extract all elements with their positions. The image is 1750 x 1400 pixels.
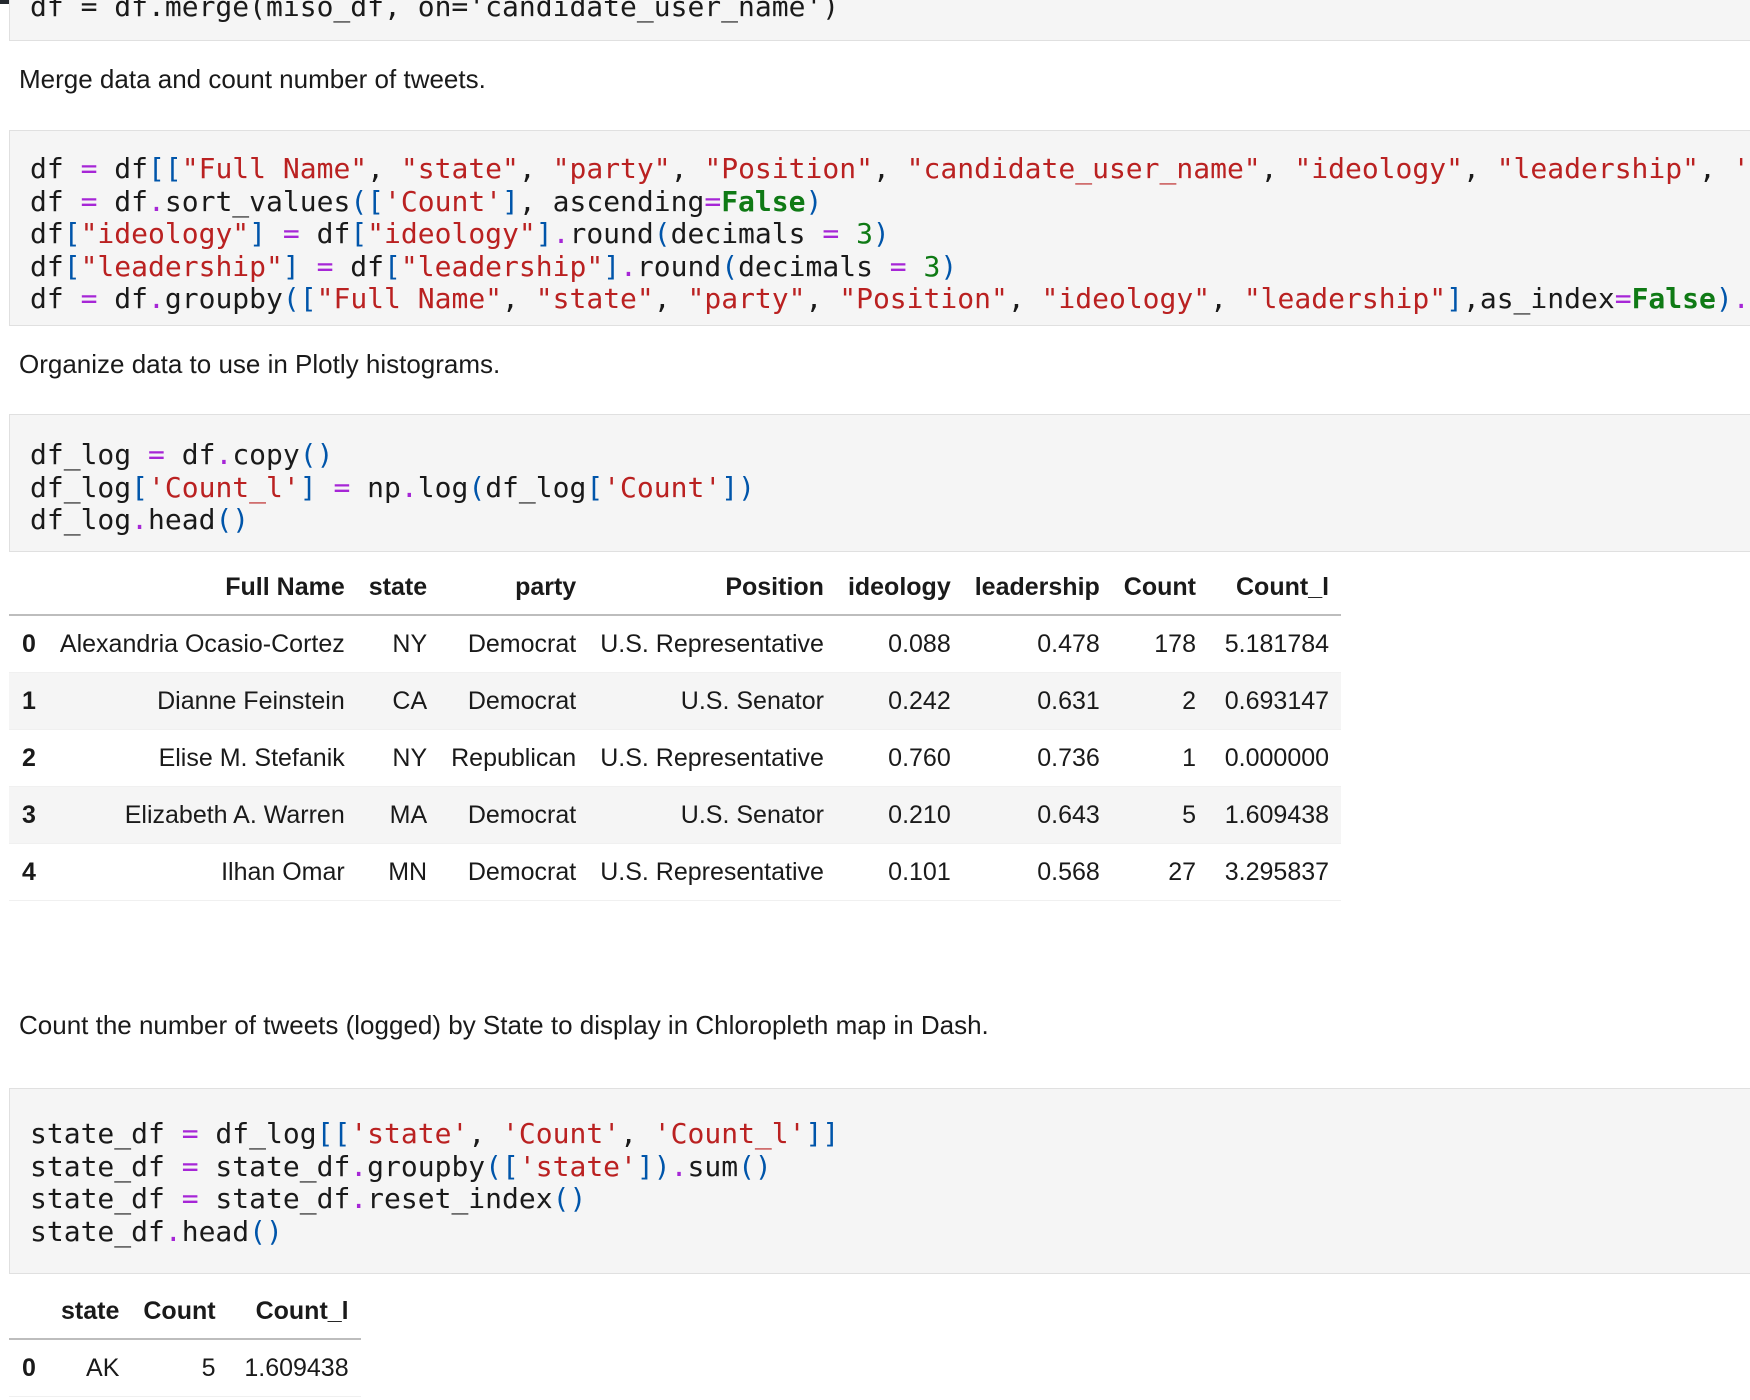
row-index: 4 (22, 857, 36, 886)
code-cell-state[interactable]: state_df = df_log[['state', 'Count', 'Co… (9, 1088, 1750, 1274)
cell-leadership: 0.736 (1037, 743, 1100, 772)
code-cell-merge-source: df = df.merge(miso_df, on='candidate_use… (30, 0, 840, 23)
table-row: 1 Dianne Feinstein CA Democrat U.S. Sena… (9, 672, 1342, 730)
cell-full-name: Elise M. Stefanik (158, 743, 345, 772)
cell-position: U.S. Senator (680, 800, 824, 829)
cell-position: U.S. Representative (600, 857, 824, 886)
code-cell-log-source: df_log = df.copy() df_log['Count_l'] = n… (30, 438, 755, 536)
table-row: 3 Elizabeth A. Warren MA Democrat U.S. S… (9, 786, 1342, 844)
cell-count: 27 (1168, 857, 1196, 886)
row-index: 0 (22, 629, 36, 658)
cell-ideology: 0.210 (888, 800, 951, 829)
cell-state: NY (392, 629, 428, 658)
cell-count-l: 0.693147 (1224, 686, 1330, 715)
cell-party: Democrat (467, 857, 577, 886)
column-header: Full Name (47, 560, 357, 616)
row-index: 0 (22, 1353, 36, 1382)
column-header: Position (588, 560, 836, 616)
table-row: 4 Ilhan Omar MN Democrat U.S. Representa… (9, 844, 1342, 901)
row-index: 1 (22, 686, 36, 715)
cell-state: MN (388, 857, 428, 886)
cell-leadership: 0.478 (1037, 629, 1100, 658)
code-cell-state-source: state_df = df_log[['state', 'Count', 'Co… (30, 1117, 840, 1248)
markdown-merge-description: Merge data and count number of tweets. (19, 64, 486, 94)
column-header: Count_l (227, 1284, 361, 1340)
index-header (9, 560, 48, 616)
cell-state: MA (389, 800, 428, 829)
code-cell-merge[interactable]: df = df.merge(miso_df, on='candidate_use… (9, 0, 1750, 41)
column-header: party (439, 560, 589, 616)
cell-count-l: 0.000000 (1224, 743, 1330, 772)
column-header: Count (1111, 560, 1208, 616)
cell-state: CA (392, 686, 428, 715)
cell-count: 178 (1154, 629, 1196, 658)
cell-full-name: Elizabeth A. Warren (124, 800, 345, 829)
state-dataframe-output-table: state Count Count_l 0 AK 5 1.609438 (9, 1284, 361, 1397)
cell-ideology: 0.101 (888, 857, 951, 886)
table-row: 0 AK 5 1.609438 (9, 1339, 361, 1397)
cell-leadership: 0.568 (1037, 857, 1100, 886)
cell-ideology: 0.242 (888, 686, 951, 715)
column-header: Count (131, 1284, 228, 1340)
cell-leadership: 0.643 (1037, 800, 1100, 829)
cell-party: Republican (451, 743, 577, 772)
table-row: 0 Alexandria Ocasio-Cortez NY Democrat U… (9, 615, 1342, 673)
cell-count: 5 (201, 1353, 216, 1382)
column-header: Count_l (1208, 560, 1342, 616)
cell-count: 1 (1182, 743, 1196, 772)
column-header: state (356, 560, 440, 616)
column-header: ideology (835, 560, 963, 616)
table-row: 2 Elise M. Stefanik NY Republican U.S. R… (9, 730, 1342, 787)
table-header-row: state Count Count_l (9, 1284, 361, 1340)
cell-count: 2 (1182, 686, 1196, 715)
index-header (9, 1284, 49, 1340)
cell-full-name: Alexandria Ocasio-Cortez (59, 629, 345, 658)
row-index: 3 (22, 800, 36, 829)
cell-count: 5 (1182, 800, 1196, 829)
dataframe-output-table: Full Name state party Position ideology … (9, 560, 1342, 901)
code-cell-log[interactable]: df_log = df.copy() df_log['Count_l'] = n… (9, 414, 1750, 552)
cell-count-l: 1.609438 (244, 1353, 349, 1382)
column-header: leadership (962, 560, 1112, 616)
markdown-chloropleth-description: Count the number of tweets (logged) by S… (19, 1010, 989, 1040)
cell-position: U.S. Representative (600, 629, 824, 658)
row-index: 2 (22, 743, 36, 772)
cell-position: U.S. Senator (680, 686, 824, 715)
cell-state: AK (86, 1353, 120, 1382)
cell-ideology: 0.760 (888, 743, 951, 772)
table-header-row: Full Name state party Position ideology … (9, 560, 1342, 616)
cell-party: Democrat (467, 629, 577, 658)
cell-position: U.S. Representative (600, 743, 824, 772)
cell-full-name: Ilhan Omar (221, 857, 345, 886)
cell-ideology: 0.088 (888, 629, 951, 658)
cell-full-name: Dianne Feinstein (157, 686, 345, 715)
cell-count-l: 3.295837 (1224, 857, 1330, 886)
cell-leadership: 0.631 (1037, 686, 1100, 715)
cell-party: Democrat (467, 800, 577, 829)
cell-party: Democrat (467, 686, 577, 715)
code-cell-sort-group[interactable]: df = df[["Full Name", "state", "party", … (9, 130, 1750, 326)
column-header: state (49, 1284, 132, 1340)
cell-count-l: 5.181784 (1224, 629, 1330, 658)
code-cell-sort-group-source: df = df[["Full Name", "state", "party", … (30, 152, 1750, 315)
cell-state: NY (392, 743, 428, 772)
cell-count-l: 1.609438 (1224, 800, 1330, 829)
markdown-plotly-description: Organize data to use in Plotly histogram… (19, 349, 501, 379)
